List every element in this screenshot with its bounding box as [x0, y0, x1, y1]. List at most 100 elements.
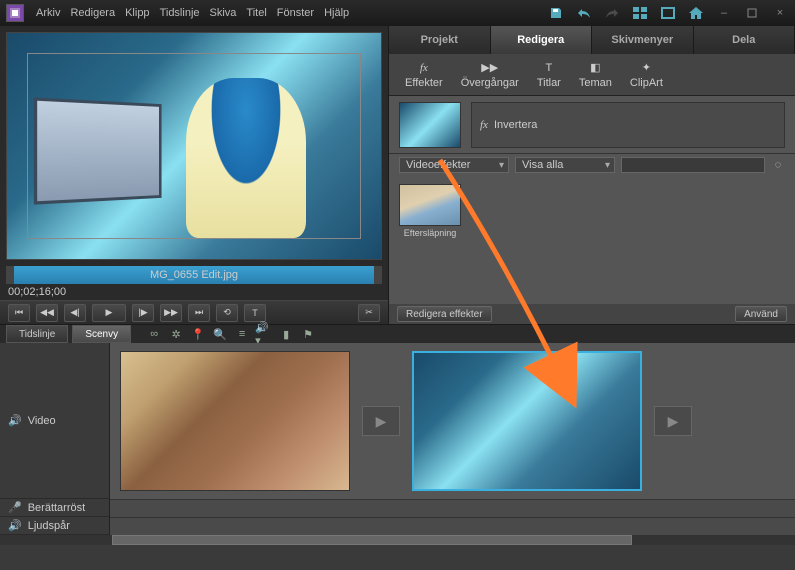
narration-track[interactable]: [110, 499, 795, 517]
edit-subtabs: fxEffekter ▶▶Övergångar TTitlar ◧Teman ✦…: [389, 54, 795, 96]
fullscreen-icon[interactable]: [659, 4, 677, 22]
loop-button[interactable]: ⟲: [216, 304, 238, 322]
themes-icon: ◧: [586, 61, 604, 75]
timecode-row: 00;02;16;00: [0, 284, 388, 300]
clip-name-label: MG_0655 Edit.jpg: [150, 269, 238, 281]
playback-controls: ⏮ ◀◀ ◀| ▶ |▶ ▶▶ ⏭ ⟲ T ✂: [0, 300, 388, 324]
menu-skiva[interactable]: Skiva: [210, 7, 237, 19]
tool-marker-icon[interactable]: ✲: [167, 326, 185, 342]
mini-timeline[interactable]: MG_0655 Edit.jpg: [6, 266, 382, 284]
horizontal-scrollbar[interactable]: [0, 535, 795, 545]
tool-marker2-icon[interactable]: ▮: [277, 326, 295, 342]
tool-list-icon[interactable]: ≡: [233, 326, 251, 342]
edit-effects-button[interactable]: Redigera effekter: [397, 306, 492, 322]
clipart-icon: ✦: [637, 61, 655, 75]
app-icon: [6, 4, 24, 22]
menu-tidslinje[interactable]: Tidslinje: [160, 7, 200, 19]
clip-thumbnail[interactable]: [399, 102, 461, 148]
video-clips-row[interactable]: ▶ ▶: [110, 343, 795, 499]
scene-clip-1[interactable]: [120, 351, 350, 491]
audio-tracks-area: [110, 499, 795, 535]
speaker-icon: 🔊: [8, 519, 22, 532]
goto-end-button[interactable]: ⏭: [188, 304, 210, 322]
main-menu: Arkiv Redigera Klipp Tidslinje Skiva Tit…: [36, 7, 349, 19]
play-button[interactable]: ▶: [92, 304, 126, 322]
show-dropdown[interactable]: Visa alla: [515, 157, 615, 173]
tool-zoom-icon[interactable]: 🔍: [211, 326, 229, 342]
preview-panel: MG_0655 Edit.jpg 00;02;16;00 ⏮ ◀◀ ◀| ▶ |…: [0, 26, 388, 324]
timecode[interactable]: 00;02;16;00: [8, 286, 66, 298]
tool-flag-icon[interactable]: ⚑: [299, 326, 317, 342]
close-icon[interactable]: ×: [771, 4, 789, 22]
clear-search-icon[interactable]: ◌: [771, 157, 785, 173]
speaker-icon: 🔊: [8, 414, 22, 427]
tool-volume-icon[interactable]: 🔊▾: [255, 326, 273, 342]
menu-arkiv[interactable]: Arkiv: [36, 7, 60, 19]
maximize-icon[interactable]: [743, 4, 761, 22]
menu-titel[interactable]: Titel: [246, 7, 266, 19]
tab-projekt[interactable]: Projekt: [389, 26, 491, 54]
track-labels: 🔊 Video 🎤 Berättarröst 🔊 Ljudspår: [0, 343, 110, 535]
menu-redigera[interactable]: Redigera: [70, 7, 115, 19]
category-dropdown[interactable]: Videoeffekter: [399, 157, 509, 173]
preview-monitor[interactable]: [6, 32, 382, 260]
scrollbar-thumb[interactable]: [112, 535, 632, 545]
timeline-panel: Tidslinje Scenvy ∞ ✲ 📍 🔍 ≡ 🔊▾ ▮ ⚑ 🔊 Vide…: [0, 324, 795, 544]
fx-icon: fx: [480, 119, 488, 131]
effect-name-label: Eftersläpning: [404, 228, 457, 238]
fast-forward-button[interactable]: ▶▶: [160, 304, 182, 322]
save-icon[interactable]: [547, 4, 565, 22]
tab-skivmenyer[interactable]: Skivmenyer: [592, 26, 694, 54]
audio-track[interactable]: [110, 517, 795, 535]
minimize-icon[interactable]: –: [715, 4, 733, 22]
split-clip-button[interactable]: ✂: [358, 304, 380, 322]
transition-slot[interactable]: ▶: [362, 406, 400, 436]
step-forward-button[interactable]: |▶: [132, 304, 154, 322]
goto-start-button[interactable]: ⏮: [8, 304, 30, 322]
applied-effect-name: Invertera: [494, 119, 537, 131]
effects-grid: Eftersläpning: [389, 176, 795, 304]
preview-image: [7, 33, 381, 259]
subtab-overgangar[interactable]: ▶▶Övergångar: [461, 61, 519, 89]
view-tab-tidslinje[interactable]: Tidslinje: [6, 325, 68, 343]
subtab-teman[interactable]: ◧Teman: [579, 61, 612, 89]
title-safe-button[interactable]: T: [244, 304, 266, 322]
transition-slot[interactable]: ▶: [654, 406, 692, 436]
apply-button[interactable]: Använd: [735, 306, 787, 322]
step-back-button[interactable]: ◀|: [64, 304, 86, 322]
task-panel: Projekt Redigera Skivmenyer Dela fxEffek…: [388, 26, 795, 324]
timeline-view-tabs: Tidslinje Scenvy ∞ ✲ 📍 🔍 ≡ 🔊▾ ▮ ⚑: [0, 325, 795, 343]
applied-effects-row: fx Invertera: [389, 96, 795, 154]
view-tab-scenvy[interactable]: Scenvy: [72, 325, 131, 343]
tab-dela[interactable]: Dela: [694, 26, 795, 54]
scene-clip-2[interactable]: [412, 351, 642, 491]
narration-track-label[interactable]: 🎤 Berättarröst: [0, 499, 109, 517]
subtab-effekter[interactable]: fxEffekter: [405, 61, 443, 89]
menu-hjalp[interactable]: Hjälp: [324, 7, 349, 19]
storyboard-area: 🔊 Video 🎤 Berättarröst 🔊 Ljudspår ▶ ▶: [0, 343, 795, 535]
mic-icon: 🎤: [8, 501, 22, 514]
tool-pin-icon[interactable]: 📍: [189, 326, 207, 342]
tool-link-icon[interactable]: ∞: [145, 326, 163, 342]
applied-effect-item[interactable]: fx Invertera: [471, 102, 785, 148]
undo-icon[interactable]: [575, 4, 593, 22]
rewind-button[interactable]: ◀◀: [36, 304, 58, 322]
tab-redigera[interactable]: Redigera: [491, 26, 593, 54]
clips-area: ▶ ▶: [110, 343, 795, 535]
audio-track-label[interactable]: 🔊 Ljudspår: [0, 517, 109, 535]
transitions-icon: ▶▶: [481, 61, 499, 75]
layout-icon[interactable]: [631, 4, 649, 22]
subtab-clipart[interactable]: ✦ClipArt: [630, 61, 663, 89]
menu-fonster[interactable]: Fönster: [277, 7, 314, 19]
effect-search-input[interactable]: [621, 157, 765, 173]
titles-icon: T: [540, 61, 558, 75]
menu-klipp[interactable]: Klipp: [125, 7, 149, 19]
subtab-titlar[interactable]: TTitlar: [537, 61, 561, 89]
effect-item-efterslapning[interactable]: Eftersläpning: [399, 184, 461, 238]
workspace-tabs: Projekt Redigera Skivmenyer Dela: [389, 26, 795, 54]
video-track-label[interactable]: 🔊 Video: [0, 343, 109, 499]
home-icon[interactable]: [687, 4, 705, 22]
effects-footer: Redigera effekter Använd: [389, 304, 795, 324]
effect-thumbnail: [399, 184, 461, 226]
redo-icon[interactable]: [603, 4, 621, 22]
